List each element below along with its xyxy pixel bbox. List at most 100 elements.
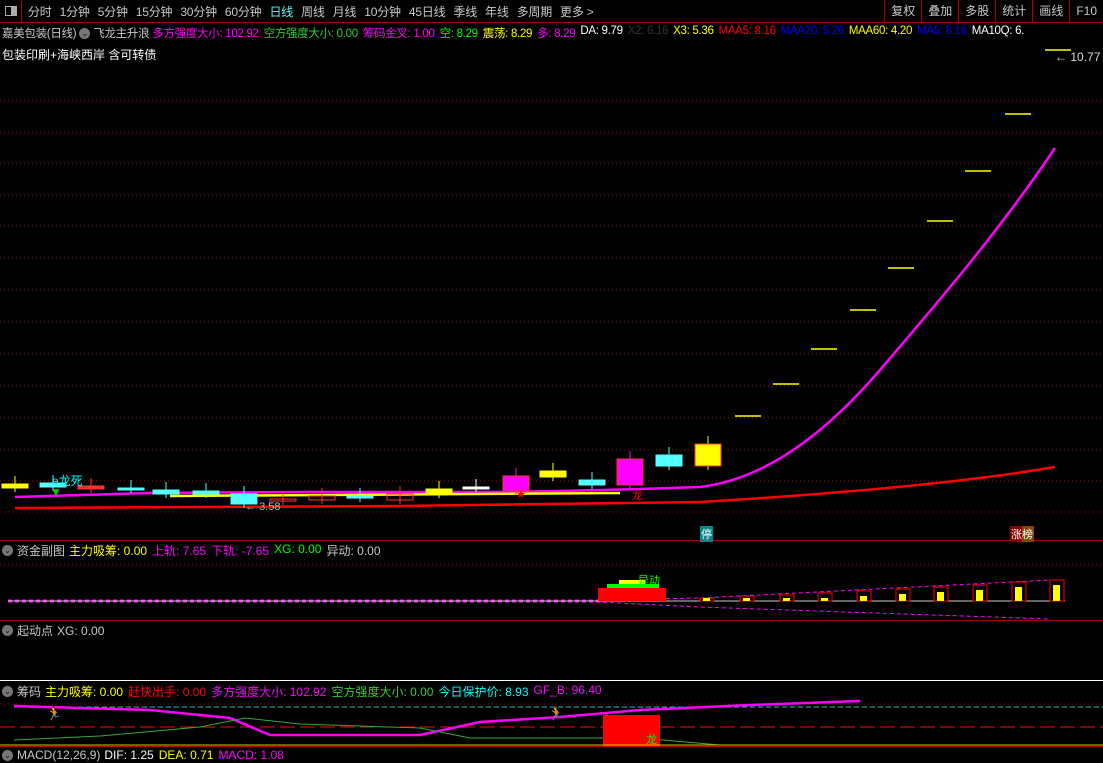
candle (425, 488, 453, 495)
fund-bar (899, 594, 906, 601)
fund-bar (1015, 587, 1022, 601)
fund-bar (1053, 585, 1060, 601)
indicator-value: 多: 8.29 (537, 28, 576, 40)
down-arrow-icon: ▼ (50, 485, 62, 499)
period-tab[interactable]: 年线 (481, 3, 513, 20)
period-tab[interactable]: 周线 (297, 3, 329, 20)
indicator-value: 今日保护价: 8.93 (438, 685, 529, 699)
toolbar-button[interactable]: 叠加 (921, 0, 958, 23)
indicator-value: DIF: 1.25 (104, 748, 154, 762)
indicator-value: 空方强度大小: 0.00 (331, 685, 434, 699)
period-tab[interactable]: 多周期 (513, 3, 556, 20)
fund-bar (783, 598, 790, 601)
indicator-value: 赶快出手: 0.00 (128, 685, 207, 699)
stock-title: 嘉美包装(日线) (2, 28, 77, 40)
kline-chart[interactable] (0, 0, 1103, 763)
period-tab[interactable]: 60分钟 (221, 3, 266, 20)
main-header: 嘉美包装(日线) ⌄ 飞龙主升浪 多方强度大小: 102.92 空方强度大小: 0… (2, 25, 1102, 63)
toolbar-button[interactable]: F10 (1069, 0, 1103, 23)
indicator-value: MA10Q: 6. (971, 25, 1025, 37)
period-tab[interactable]: 5分钟 (94, 3, 132, 20)
indicator-value: 震荡: 8.29 (482, 28, 533, 40)
low-price-label: ← 3.58 (245, 501, 281, 513)
candle (616, 458, 644, 486)
stop-badge: 停 (700, 526, 713, 542)
candle (152, 489, 180, 495)
fund-bar (976, 590, 983, 601)
collapse-icon[interactable]: ⌄ (2, 625, 13, 636)
abnormal-mark: 异动 (638, 575, 660, 587)
candle (346, 495, 374, 499)
lower-band (8, 601, 1051, 620)
indicator-value: 空: 8.29 (439, 28, 478, 40)
indicator-menu-icon[interactable]: ⌄ (79, 27, 91, 39)
indicator-value: MAA60: 4.20 (848, 25, 913, 37)
fund-bar (937, 592, 944, 601)
period-tab[interactable]: 1分钟 (56, 3, 94, 20)
period-toolbar: 分时 1分钟 5分钟 15分钟 30分钟 60分钟 日线 周线 月线 10分钟 45日线 季线 年线 多周… (0, 0, 1103, 23)
indicator-value: 空方强度大小: 0.00 (263, 28, 358, 40)
indicator-value: GF_B: 96.40 (533, 683, 602, 697)
indicator-value: XG: 0.00 (57, 623, 105, 638)
panel-icon (4, 6, 17, 16)
candle (117, 487, 145, 491)
candle (1, 483, 29, 489)
chip-panel-title: 筹码 (17, 685, 42, 699)
dragon-mark: 龙 (646, 734, 657, 746)
fund-bar (703, 598, 710, 601)
toolbar-button[interactable]: 画线 (1032, 0, 1069, 23)
candle (192, 490, 220, 495)
indicator-value: 筹码金叉: 1.00 (362, 28, 435, 40)
period-tab[interactable]: 季线 (449, 3, 481, 20)
indicator-value: DEA: 0.71 (158, 748, 214, 762)
indicator-value: XG: 0.00 (274, 542, 322, 556)
dragon-mark: 龙 (632, 490, 643, 502)
indicator-value: X3: 5.36 (673, 25, 714, 37)
candle (539, 470, 567, 478)
collapse-icon[interactable]: ⌄ (2, 686, 13, 697)
fund-bar (743, 598, 750, 601)
toolbar-button[interactable]: 复权 (884, 0, 921, 23)
fund-panel-title: 资金副图 (17, 544, 66, 558)
chip-line (13, 699, 861, 737)
indicator-name[interactable]: 飞龙主升浪 (93, 25, 149, 41)
candle (462, 486, 490, 490)
sidebar-toggle-button[interactable] (0, 0, 22, 22)
toolbar-right-buttons: 复权 叠加 多股 统计 画线 F10 (884, 0, 1103, 23)
period-tab[interactable]: 30分钟 (176, 3, 221, 20)
period-tab[interactable]: 日线 (265, 3, 297, 20)
main-info-line: 嘉美包装(日线) ⌄ 飞龙主升浪 多方强度大小: 102.92 空方强度大小: 0… (2, 25, 1102, 41)
indicator-value: 多方强度大小: 102.92 (152, 28, 259, 40)
toolbar-button[interactable]: 多股 (958, 0, 995, 23)
start-panel-title: 起动点 (17, 624, 54, 638)
star-icon: ★ (516, 489, 526, 501)
indicator-value: X2: 6.16 (627, 25, 669, 37)
indicator-value: MACD: 1.08 (218, 748, 284, 762)
indicator-value: 异动: 0.00 (326, 544, 381, 558)
indicator-value: 上轨: 7.65 (152, 544, 207, 558)
period-tab[interactable]: 15分钟 (132, 3, 177, 20)
period-tab[interactable]: 分时 (24, 3, 56, 20)
collapse-icon[interactable]: ⌄ (2, 749, 13, 761)
concept-label: 包装印刷+海峡西岸 含可转债 (2, 48, 157, 62)
collapse-icon[interactable]: ⌄ (2, 545, 13, 556)
indicator-value: DA: 9.79 (580, 25, 623, 37)
red-curve (14, 465, 1056, 510)
fund-bar (860, 596, 867, 601)
upper-band (8, 579, 1051, 601)
magenta-curve (14, 147, 1057, 499)
runner-icon: 🏃 (46, 706, 63, 721)
period-tab[interactable]: 更多 > (556, 3, 598, 20)
period-tab[interactable]: 45日线 (405, 3, 450, 20)
runner-icon: 🏃 (548, 706, 565, 721)
candle (578, 479, 606, 486)
toolbar-button[interactable]: 统计 (995, 0, 1032, 23)
indicator-value: MAA5: 8.16 (718, 25, 776, 37)
indicator-value: MAA20: 5.26 (780, 25, 844, 37)
limit-badge: 涨榜 (1010, 526, 1034, 542)
indicator-value: 主力吸筹: 0.00 (69, 544, 148, 558)
indicator-value: 多方强度大小: 102.92 (211, 685, 327, 699)
period-tab[interactable]: 10分钟 (360, 3, 405, 20)
period-tab[interactable]: 月线 (329, 3, 361, 20)
macd-panel-title: MACD(12,26,9) (17, 748, 101, 762)
